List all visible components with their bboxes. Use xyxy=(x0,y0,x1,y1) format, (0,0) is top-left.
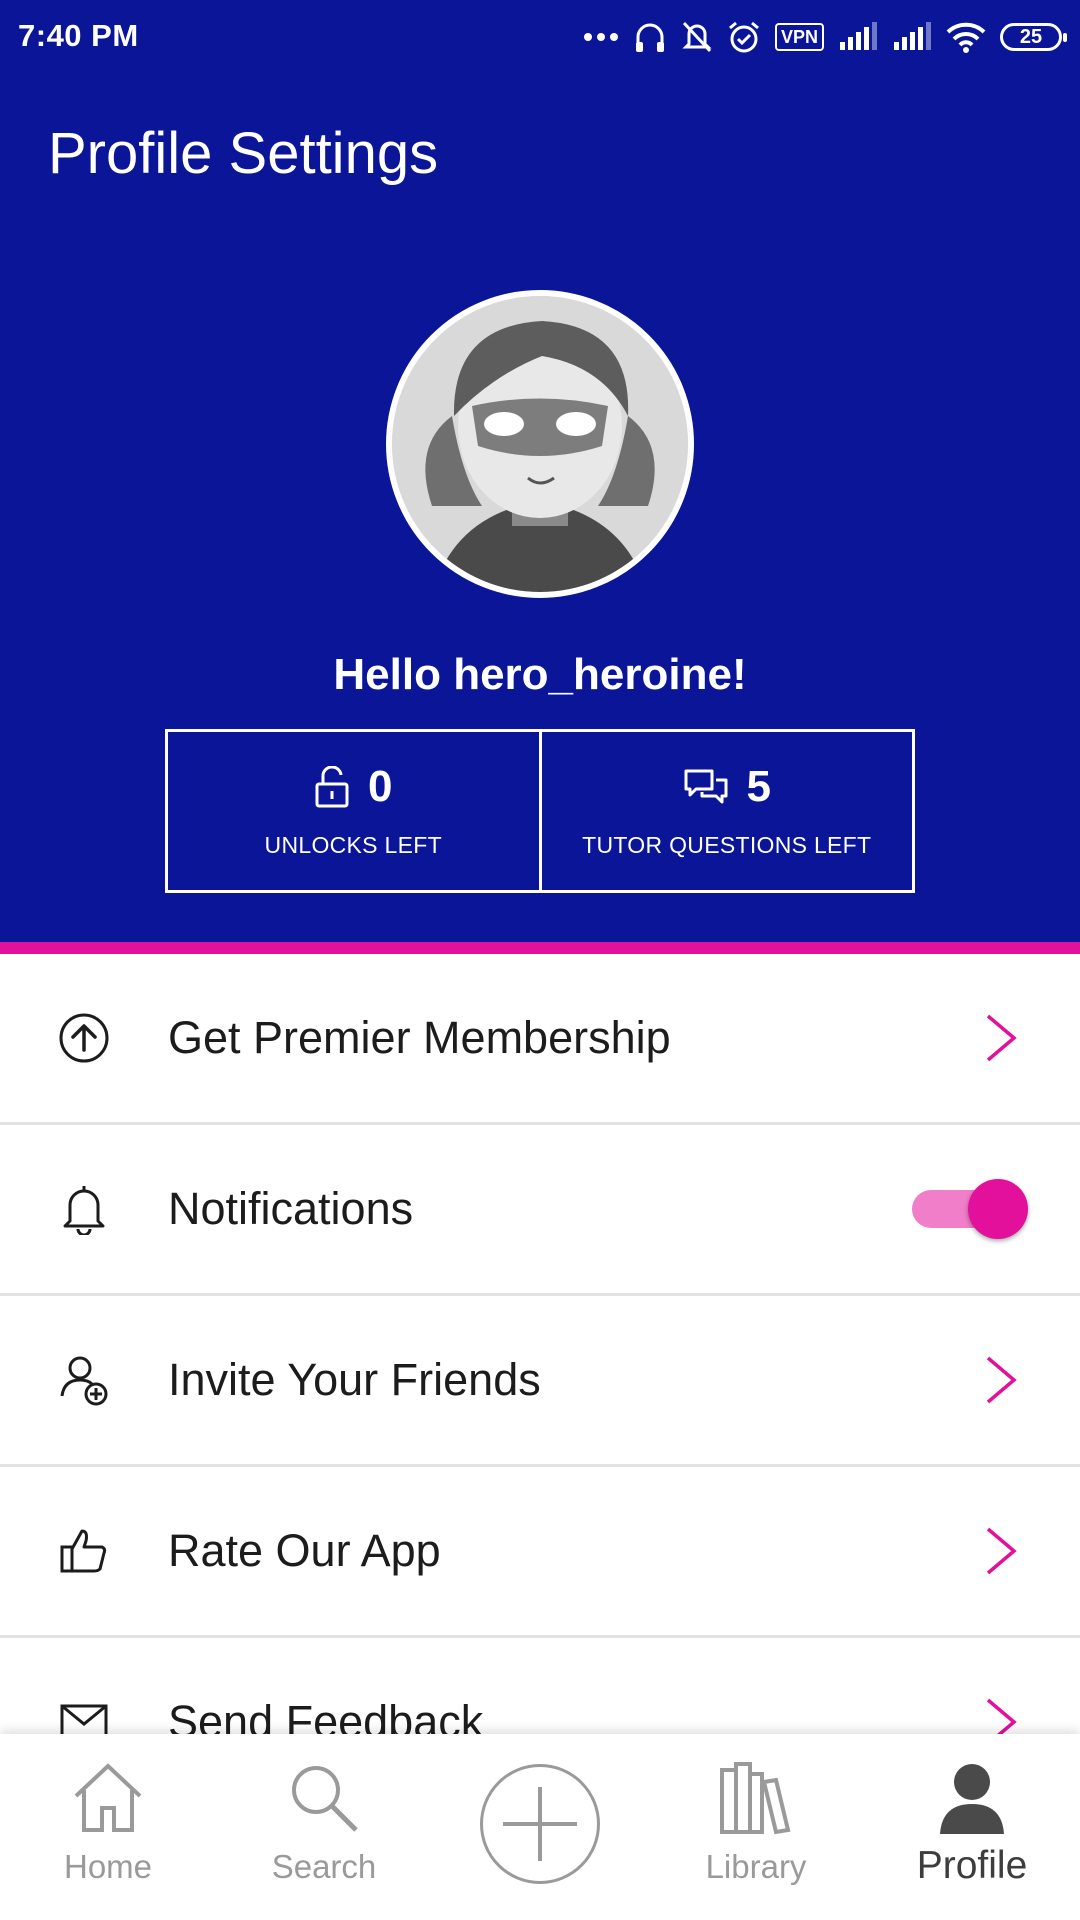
tutor-questions-stat: 5 TUTOR QUESTIONS LEFT xyxy=(538,732,913,890)
avatar[interactable] xyxy=(386,290,694,598)
toggle-thumb xyxy=(968,1179,1028,1239)
menu-label-invite-friends: Invite Your Friends xyxy=(168,1354,541,1405)
vpn-indicator: VPN xyxy=(774,23,824,51)
add-friend-icon xyxy=(58,1354,110,1406)
bell-icon xyxy=(58,1183,110,1235)
signal-icon xyxy=(840,22,877,50)
home-icon xyxy=(74,1763,142,1832)
menu-label-premier-membership: Get Premier Membership xyxy=(168,1012,671,1063)
nav-label-profile: Profile xyxy=(916,1844,1028,1887)
unlocks-value: 0 xyxy=(368,762,393,811)
tutor-questions-value: 5 xyxy=(746,762,771,811)
nav-search[interactable]: Search xyxy=(216,1734,432,1920)
add-icon xyxy=(503,1787,577,1861)
nav-label-search: Search xyxy=(271,1848,377,1885)
search-icon xyxy=(292,1766,358,1832)
profile-icon xyxy=(940,1764,1004,1834)
headphones-icon xyxy=(635,23,664,52)
unlocks-stat: 0 UNLOCKS LEFT xyxy=(168,732,539,890)
tutor-questions-label: TUTOR QUESTIONS LEFT xyxy=(582,832,872,858)
nav-label-library: Library xyxy=(705,1848,807,1885)
usage-stats: 0 UNLOCKS LEFT 5 TUTOR QUESTIONS LEFT xyxy=(165,729,915,893)
alarm-icon xyxy=(729,21,759,53)
chat-bubbles-icon xyxy=(684,769,727,804)
chevron-right-icon xyxy=(986,1014,1017,1062)
unlocks-label: UNLOCKS LEFT xyxy=(264,832,442,858)
menu-item-premier-membership[interactable]: Get Premier Membership xyxy=(0,954,1080,1125)
menu-item-rate-app[interactable]: Rate Our App xyxy=(0,1467,1080,1638)
menu-item-invite-friends[interactable]: Invite Your Friends xyxy=(0,1296,1080,1467)
wifi-icon xyxy=(946,22,986,53)
status-time: 7:40 PM xyxy=(18,18,139,53)
chevron-right-icon xyxy=(986,1527,1017,1575)
status-icons: VPN 25 xyxy=(583,16,1067,58)
more-dots-icon xyxy=(583,33,618,41)
arrow-up-circle-icon xyxy=(58,1012,110,1064)
status-bar: 7:40 PM VPN 25 xyxy=(0,0,1080,72)
notifications-toggle[interactable] xyxy=(906,1179,1028,1239)
menu-label-notifications: Notifications xyxy=(168,1183,414,1234)
library-icon xyxy=(720,1762,791,1835)
unlock-icon xyxy=(315,766,349,808)
nav-library[interactable]: Library xyxy=(648,1734,864,1920)
hero-avatar-image xyxy=(392,296,688,592)
bottom-navigation: Home Search Library Profile xyxy=(0,1734,1080,1920)
signal-icon-2 xyxy=(894,22,931,50)
menu-item-notifications: Notifications xyxy=(0,1125,1080,1296)
add-button[interactable] xyxy=(480,1764,600,1884)
greeting: Hello hero_heroine! xyxy=(333,650,747,699)
accent-divider xyxy=(0,942,1080,954)
nav-label-home: Home xyxy=(63,1848,153,1885)
chevron-right-icon xyxy=(986,1356,1017,1404)
nav-profile[interactable]: Profile xyxy=(864,1734,1080,1920)
thumbs-up-icon xyxy=(58,1525,110,1577)
nav-home[interactable]: Home xyxy=(0,1734,216,1920)
bell-muted-icon xyxy=(682,21,712,53)
settings-menu: Get Premier Membership Notifications Inv… xyxy=(0,954,1080,1809)
page-title: Profile Settings xyxy=(48,121,439,186)
menu-label-rate-app: Rate Our App xyxy=(168,1525,441,1576)
battery-indicator: 25 xyxy=(1000,23,1067,51)
